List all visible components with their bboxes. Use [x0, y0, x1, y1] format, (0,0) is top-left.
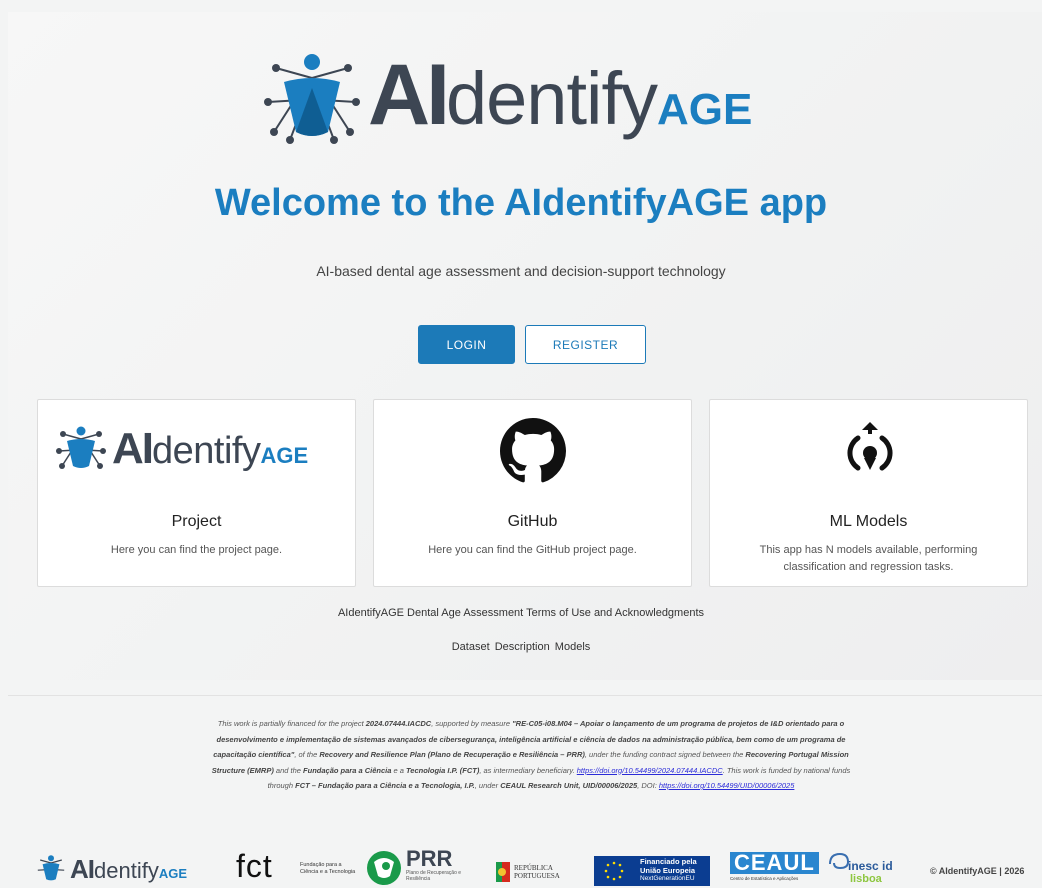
login-button[interactable]: LOGIN — [418, 325, 515, 364]
funding-text: This work is partially financed for the … — [217, 719, 366, 728]
inesc-logo-text: inesc id — [848, 859, 893, 873]
tagline: AI-based dental age assessment and decis… — [316, 263, 726, 279]
logo-figure-icon — [264, 54, 360, 144]
card-description: This app has N models available, perform… — [759, 544, 978, 573]
footer-nav: Dataset Description Models — [0, 641, 1042, 653]
ceaul-logo-subtext: Centro de Estatística e Aplicações — [730, 876, 799, 881]
card-description: Here you can find the GitHub project pag… — [428, 544, 637, 556]
fct-logo-subtext: Fundação para a Ciência e a Tecnologia — [300, 862, 356, 875]
funding-bold: 2024.07444.IACDC — [365, 719, 432, 728]
ceaul-logo: CEAUL Centro de Estatística e Aplicações — [730, 850, 819, 881]
logo-dentify-text: dentify — [94, 858, 159, 883]
funding-text: , supported by measure — [431, 719, 513, 728]
prr-emblem-icon — [367, 851, 401, 885]
logo-ai-text: AI — [368, 47, 450, 143]
card-title: GitHub — [507, 513, 558, 530]
doi-link[interactable]: https://doi.org/10.54499/UID/00006/2025 — [659, 781, 795, 790]
register-button[interactable]: REGISTER — [525, 325, 646, 364]
doi-link[interactable]: https://doi.org/10.54499/2024.07444.IACD… — [577, 766, 723, 775]
republica-logo-text: REPÚBLICA PORTUGUESA — [514, 864, 560, 880]
funding-bold: FCT – Fundação para a Ciência e a Tecnol… — [295, 781, 475, 790]
funding-text: and the — [273, 765, 304, 775]
funding-bold: Recovery and Resilience Plan (Plano de R… — [319, 750, 585, 759]
ceaul-logo-text: CEAUL — [734, 850, 815, 875]
logo-dentify-text: dentify — [152, 430, 261, 472]
models-link[interactable]: Models — [555, 641, 590, 653]
prr-logo-subtext: Plano de Recuperação e Resiliência — [406, 870, 462, 882]
lisboa-logo-text: lisboa — [850, 873, 882, 885]
aidentifyage-logo: AIdentifyAGE — [262, 48, 802, 148]
logo-dentify-text: dentify — [446, 57, 658, 140]
card-title: Project — [171, 513, 222, 530]
partner-logos: AIdentifyAGE fct Fundação para a Ciência… — [0, 846, 1042, 888]
funding-bold: Fundação para a Ciência — [303, 765, 392, 775]
logo-figure-icon — [37, 855, 65, 881]
prr-logo-text: PRR — [406, 846, 453, 871]
inesc-swirl-icon — [829, 852, 850, 870]
github-icon — [500, 418, 566, 483]
logo-ai-text: AI — [112, 424, 154, 473]
ml-models-card[interactable]: ML Models This app has N models availabl… — [709, 399, 1028, 587]
funding-text: , DOI: — [637, 781, 659, 790]
logo-age-text: AGE — [158, 866, 187, 881]
funding-text: , of the — [294, 750, 320, 759]
funding-text: , as intermediary beneficiary. — [479, 765, 577, 775]
logo-figure-icon — [56, 426, 106, 469]
funding-text: , under the funding contract signed betw… — [584, 750, 746, 759]
project-card[interactable]: AIdentifyAGE Project Here you can find t… — [37, 399, 356, 587]
description-link[interactable]: Description — [495, 641, 550, 653]
funding-text: , under — [474, 781, 501, 790]
logo-age-text: AGE — [657, 85, 753, 134]
eu-flag-icon — [594, 856, 634, 886]
fct-logo: fct Fundação para a Ciência e a Tecnolog… — [236, 848, 355, 884]
funding-text: e a — [391, 765, 406, 775]
eu-logo-line: União Europeia — [640, 865, 696, 875]
logo-ai-text: AI — [70, 854, 95, 884]
ml-models-icon — [847, 422, 893, 471]
eu-logo-line: NextGenerationEU — [640, 875, 695, 882]
fct-logo-text: fct — [236, 848, 273, 884]
coat-of-arms-icon — [496, 862, 510, 882]
dataset-link[interactable]: Dataset — [452, 641, 490, 653]
card-title: ML Models — [829, 513, 908, 530]
github-card[interactable]: GitHub Here you can find the GitHub proj… — [373, 399, 692, 587]
page-title: Welcome to the AIdentifyAGE app — [214, 182, 828, 224]
copyright: © AIdentifyAGE | 2026 — [930, 866, 1025, 876]
funding-bold: CEAUL Research Unit, UID/00006/2025 — [500, 781, 638, 790]
funding-notice: This work is partially financed for the … — [208, 716, 854, 794]
terms-link[interactable]: AIdentifyAGE Dental Age Assessment Terms… — [0, 607, 1042, 619]
funding-bold: Tecnologia I.P. (FCT) — [406, 765, 480, 775]
divider — [8, 695, 1042, 696]
card-description: Here you can find the project page. — [110, 544, 283, 556]
logo-age-text: AGE — [260, 443, 309, 468]
